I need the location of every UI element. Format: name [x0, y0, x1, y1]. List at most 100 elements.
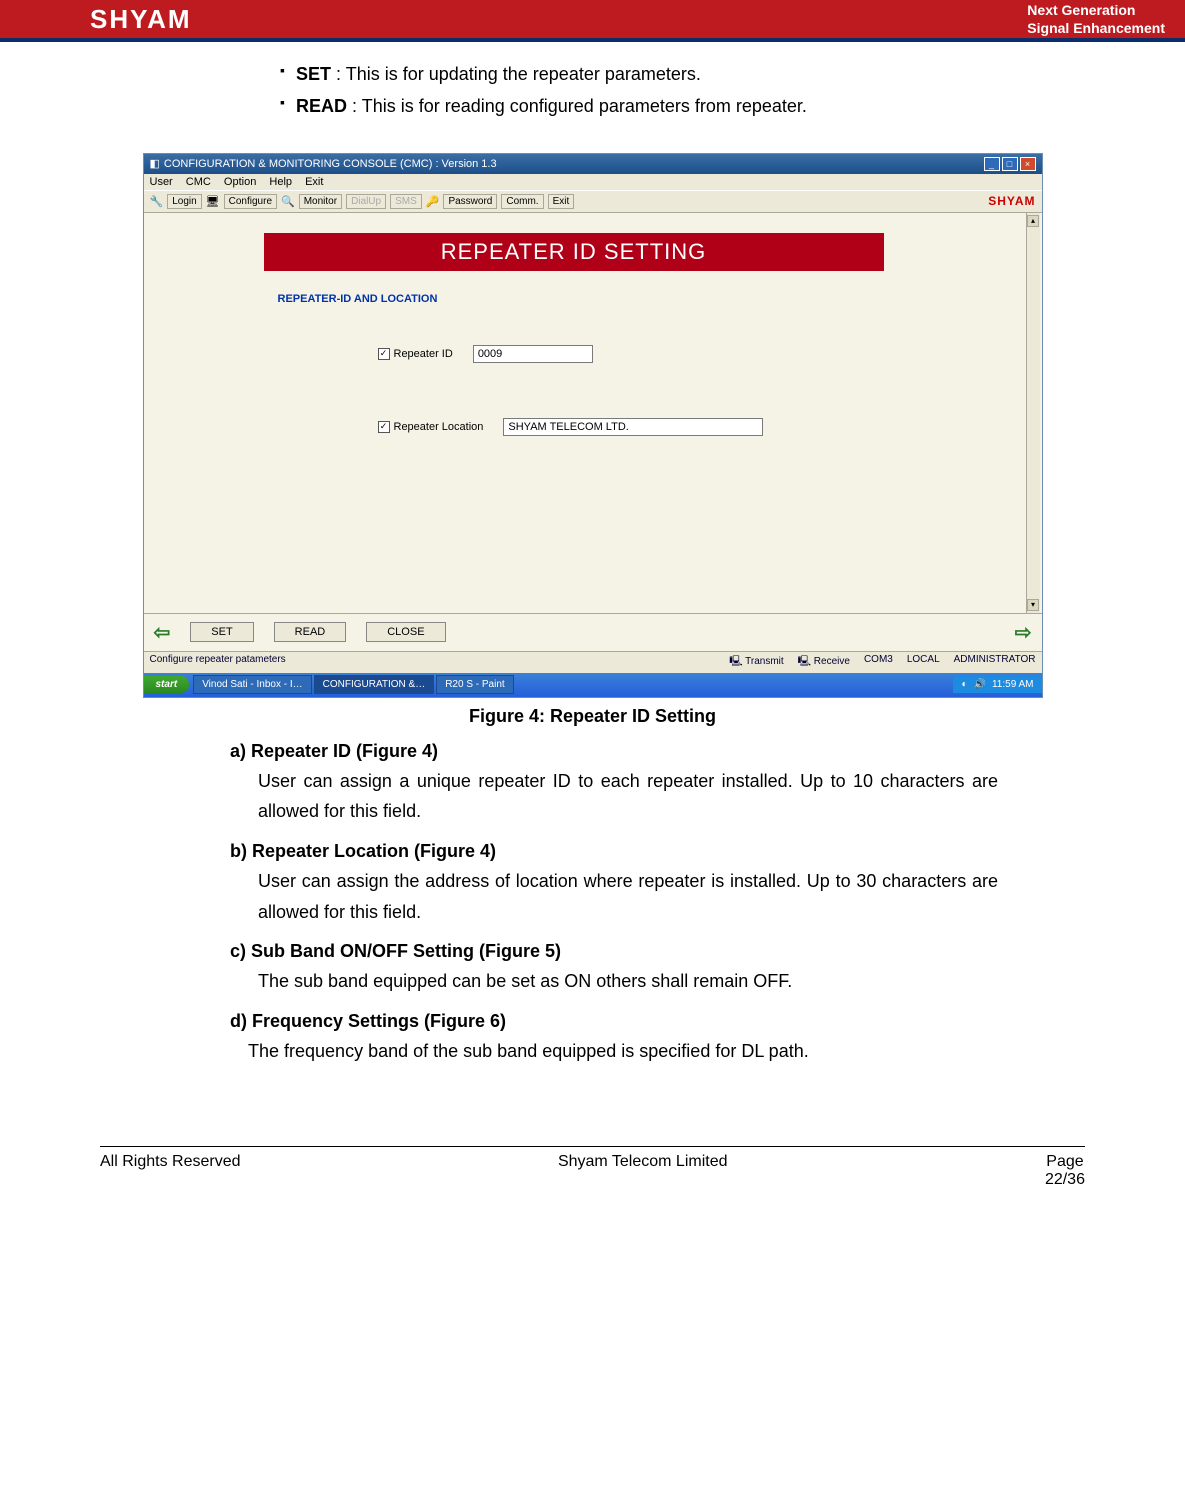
taskbar-task-2[interactable]: CONFIGURATION &… — [314, 675, 435, 694]
section-c-body: The sub band equipped can be set as ON o… — [258, 966, 998, 997]
section-b-body: User can assign the address of location … — [258, 866, 998, 927]
window-titlebar: ◧ CONFIGURATION & MONITORING CONSOLE (CM… — [144, 154, 1042, 174]
maximize-button[interactable]: □ — [1002, 157, 1018, 171]
tagline-line2: Signal Enhancement — [1027, 19, 1165, 37]
bullet-read-desc: : This is for reading configured paramet… — [347, 96, 807, 116]
footer-center: Shyam Telecom Limited — [558, 1153, 728, 1189]
tb-dialup: DialUp — [346, 194, 386, 209]
scroll-down-icon[interactable]: ▾ — [1027, 599, 1039, 611]
vertical-scrollbar[interactable]: ▴ ▾ — [1026, 213, 1040, 613]
doc-header: SHYAM Next Generation Signal Enhancement — [0, 0, 1185, 42]
section-a: a) Repeater ID (Figure 4) User can assig… — [230, 741, 1085, 827]
tb-login[interactable]: Login — [167, 194, 201, 209]
close-button[interactable]: × — [1020, 157, 1036, 171]
repeater-location-input[interactable] — [503, 418, 763, 436]
tagline: Next Generation Signal Enhancement — [1027, 1, 1165, 37]
window-controls: _ □ × — [984, 157, 1036, 171]
app-client-area: REPEATER ID SETTING REPEATER-ID AND LOCA… — [144, 213, 1042, 613]
page-body: SET : This is for updating the repeater … — [0, 42, 1185, 1086]
chk-repeater-id-label: Repeater ID — [394, 348, 453, 360]
brand-logo: SHYAM — [90, 4, 192, 35]
tray-icon: 🔊 — [974, 679, 986, 690]
tb-comm[interactable]: Comm. — [501, 194, 543, 209]
password-icon: 🔑 — [426, 195, 440, 208]
menubar: User CMC Option Help Exit — [144, 174, 1042, 190]
status-transmit: 🖳 Transmit — [729, 654, 783, 671]
scroll-up-icon[interactable]: ▴ — [1027, 215, 1039, 227]
footer-page-num: 22/36 — [1045, 1171, 1085, 1188]
app-icon: ◧ — [150, 157, 160, 170]
checkbox-icon: ✓ — [378, 421, 390, 433]
fieldset: REPEATER-ID AND LOCATION ✓ Repeater ID ✓… — [264, 283, 884, 466]
tb-monitor[interactable]: Monitor — [299, 194, 342, 209]
footer-left: All Rights Reserved — [100, 1153, 241, 1189]
section-a-body: User can assign a unique repeater ID to … — [258, 766, 998, 827]
monitor-icon: 🔍 — [281, 195, 295, 208]
menu-user[interactable]: User — [150, 176, 173, 188]
status-role: ADMINISTRATOR — [954, 654, 1036, 671]
bullet-set-desc: : This is for updating the repeater para… — [331, 64, 701, 84]
toolbar: 🔧 Login 🖥 Configure 🔍 Monitor DialUp SMS… — [144, 190, 1042, 213]
page-footer: All Rights Reserved Shyam Telecom Limite… — [0, 1151, 1185, 1209]
tb-password[interactable]: Password — [443, 194, 497, 209]
checkbox-icon: ✓ — [378, 348, 390, 360]
system-tray: ◐ 🔊 11:59 AM — [953, 676, 1041, 693]
menu-option[interactable]: Option — [224, 176, 256, 188]
chk-repeater-location-label: Repeater Location — [394, 421, 484, 433]
window-title: CONFIGURATION & MONITORING CONSOLE (CMC)… — [164, 158, 497, 170]
panel-title: REPEATER ID SETTING — [264, 233, 884, 271]
minimize-button[interactable]: _ — [984, 157, 1000, 171]
embedded-screenshot: ◧ CONFIGURATION & MONITORING CONSOLE (CM… — [143, 153, 1043, 698]
status-bar: Configure repeater patameters 🖳 Transmit… — [144, 651, 1042, 673]
row-repeater-id: ✓ Repeater ID — [378, 345, 870, 363]
row-repeater-location: ✓ Repeater Location — [378, 418, 870, 436]
close-panel-button[interactable]: CLOSE — [366, 622, 445, 642]
repeater-id-panel: REPEATER ID SETTING REPEATER-ID AND LOCA… — [264, 233, 884, 466]
menu-exit[interactable]: Exit — [305, 176, 323, 188]
status-receive: 🖳 Receive — [798, 654, 850, 671]
section-d: d) Frequency Settings (Figure 6) The fre… — [230, 1011, 1085, 1067]
section-b: b) Repeater Location (Figure 4) User can… — [230, 841, 1085, 927]
chk-repeater-id[interactable]: ✓ Repeater ID — [378, 348, 453, 360]
start-button[interactable]: start — [144, 676, 190, 693]
section-d-body: The frequency band of the sub band equip… — [248, 1036, 988, 1067]
status-local: LOCAL — [907, 654, 940, 671]
button-row: ⇦ SET READ CLOSE ⇨ — [144, 613, 1042, 651]
tool-icon: 🔧 — [150, 195, 164, 208]
tray-icon: ◐ — [961, 679, 967, 690]
section-c: c) Sub Band ON/OFF Setting (Figure 5) Th… — [230, 941, 1085, 997]
taskbar: start Vinod Sati - Inbox - I… CONFIGURAT… — [144, 673, 1042, 697]
footer-rule — [100, 1146, 1085, 1147]
fieldset-legend: REPEATER-ID AND LOCATION — [278, 293, 870, 305]
tb-configure[interactable]: Configure — [224, 194, 277, 209]
repeater-id-input[interactable] — [473, 345, 593, 363]
footer-page: Page 22/36 — [1045, 1153, 1085, 1189]
menu-help[interactable]: Help — [269, 176, 292, 188]
status-com: COM3 — [864, 654, 893, 671]
figure-caption: Figure 4: Repeater ID Setting — [100, 706, 1085, 727]
bullet-read-label: READ — [296, 96, 347, 116]
bullet-set-label: SET — [296, 64, 331, 84]
tagline-line1: Next Generation — [1027, 1, 1165, 19]
bullet-read: READ : This is for reading configured pa… — [280, 90, 1085, 122]
arrow-right-icon[interactable]: ⇨ — [1015, 620, 1032, 645]
menu-cmc[interactable]: CMC — [186, 176, 211, 188]
app-brand: SHYAM — [988, 194, 1035, 208]
taskbar-task-3[interactable]: R20 S - Paint — [436, 675, 513, 694]
set-button[interactable]: SET — [190, 622, 253, 642]
section-b-heading: b) Repeater Location (Figure 4) — [230, 841, 1085, 862]
tb-exit[interactable]: Exit — [548, 194, 575, 209]
arrow-left-icon[interactable]: ⇦ — [154, 620, 171, 645]
taskbar-task-1[interactable]: Vinod Sati - Inbox - I… — [193, 675, 311, 694]
section-d-heading: d) Frequency Settings (Figure 6) — [230, 1011, 1085, 1032]
section-a-heading: a) Repeater ID (Figure 4) — [230, 741, 1085, 762]
tray-clock: 11:59 AM — [992, 679, 1034, 690]
bullet-set: SET : This is for updating the repeater … — [280, 58, 1085, 90]
footer-page-label: Page — [1046, 1153, 1083, 1170]
read-button[interactable]: READ — [274, 622, 347, 642]
tb-sms: SMS — [390, 194, 422, 209]
status-text: Configure repeater patameters — [150, 654, 286, 671]
chk-repeater-location[interactable]: ✓ Repeater Location — [378, 421, 484, 433]
section-c-heading: c) Sub Band ON/OFF Setting (Figure 5) — [230, 941, 1085, 962]
configure-icon: 🖥 — [206, 195, 220, 208]
